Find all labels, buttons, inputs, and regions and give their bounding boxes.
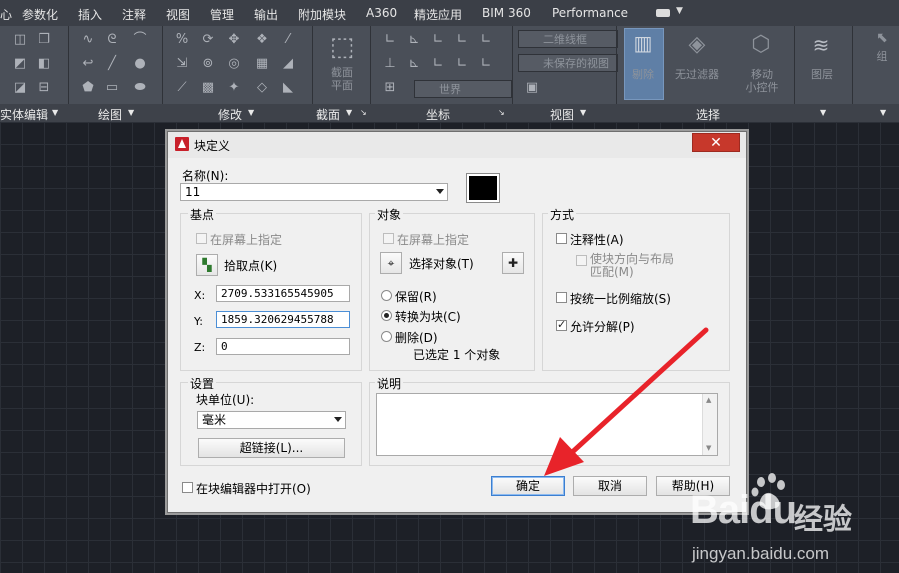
arrow-shaft xyxy=(565,327,709,459)
arrow-head xyxy=(544,437,584,476)
watermark-jingyan: 经验 xyxy=(794,502,853,536)
watermark-url: jingyan.baidu.com xyxy=(692,544,830,563)
baidu-watermark: Baidu 经验 jingyan.baidu.com xyxy=(688,468,898,572)
watermark-brand: Baidu xyxy=(690,488,797,532)
